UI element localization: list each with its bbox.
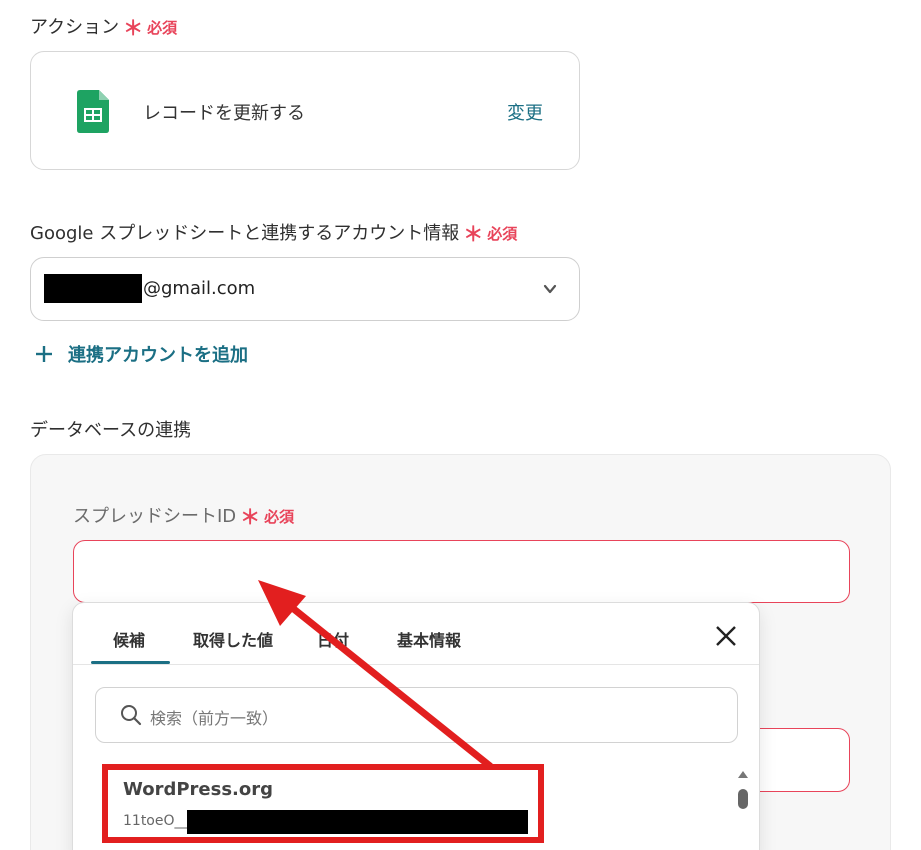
account-label: Google スプレッドシートと連携するアカウント情報＊必須 (30, 218, 517, 247)
google-sheets-icon (77, 90, 109, 133)
required-star: ＊ (463, 222, 484, 246)
action-label: アクション＊必須 (30, 12, 177, 41)
action-label-text: アクション (30, 17, 120, 38)
required-badge: ＊必須 (240, 505, 295, 529)
plus-icon (36, 346, 52, 362)
required-text: 必須 (264, 508, 295, 526)
action-card: レコードを更新する 変更 (30, 51, 580, 170)
tab-retrieved-values[interactable]: 取得した値 (193, 627, 273, 651)
required-badge: ＊必須 (463, 222, 518, 246)
required-text: 必須 (487, 225, 518, 243)
close-icon[interactable] (715, 625, 737, 647)
active-tab-indicator (91, 661, 170, 664)
redacted-email-block (44, 274, 142, 303)
tab-basic-info[interactable]: 基本情報 (397, 627, 461, 651)
spreadsheet-id-input[interactable] (73, 540, 850, 603)
tab-candidates[interactable]: 候補 (113, 627, 145, 651)
account-email-suffix: @gmail.com (143, 278, 256, 299)
add-account-link[interactable]: 連携アカウントを追加 (34, 341, 248, 367)
spreadsheet-id-label: スプレッドシートID ＊必須 (73, 501, 294, 530)
required-star: ＊ (240, 505, 261, 529)
picker-tabs: 候補 取得した値 日付 基本情報 (73, 603, 759, 665)
search-placeholder: 検索（前方一致） (150, 709, 279, 728)
scrollbar[interactable] (736, 771, 750, 850)
picker-search-input[interactable]: 検索（前方一致） (95, 687, 738, 743)
required-badge: ＊必須 (123, 16, 178, 40)
tab-date[interactable]: 日付 (317, 627, 349, 651)
action-name: レコードを更新する (143, 103, 305, 124)
chevron-down-icon (543, 284, 557, 294)
required-star: ＊ (123, 16, 144, 40)
spreadsheet-id-label-text: スプレッドシートID (73, 506, 237, 527)
annotation-highlight-box (102, 764, 544, 843)
database-section-label: データベースの連携 (30, 420, 192, 441)
account-select[interactable]: @gmail.com (30, 257, 580, 321)
required-text: 必須 (147, 19, 178, 37)
search-icon (121, 705, 142, 726)
change-action-button[interactable]: 変更 (507, 99, 543, 125)
add-account-label: 連携アカウントを追加 (68, 345, 248, 366)
account-label-text: Google スプレッドシートと連携するアカウント情報 (30, 223, 460, 244)
